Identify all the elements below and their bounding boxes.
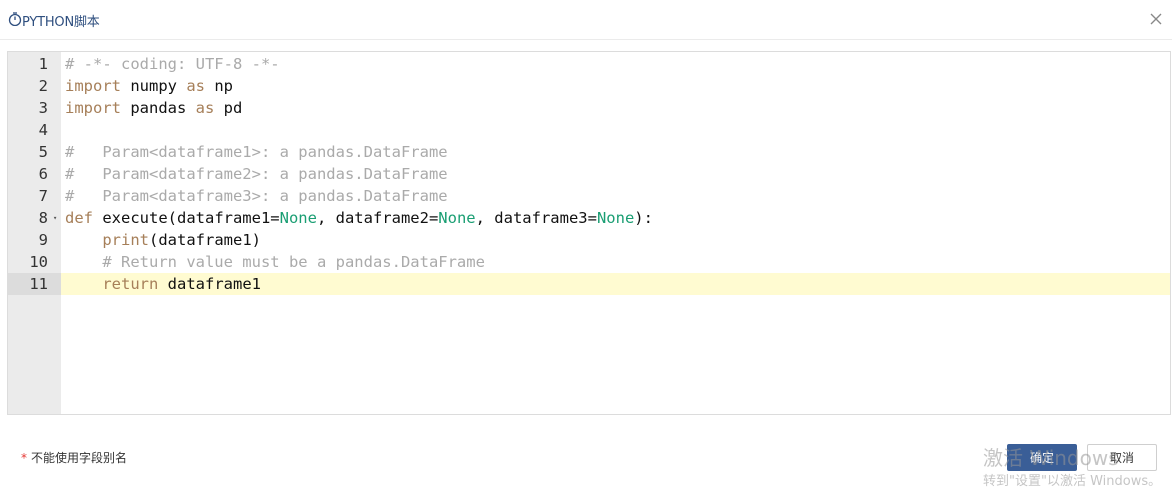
- code-line-text: # Param<dataframe3>: a pandas.DataFrame: [65, 185, 448, 207]
- code-token: pandas: [121, 99, 196, 117]
- code-token: # -*- coding: UTF-8 -*-: [65, 55, 280, 73]
- code-line-text: # Return value must be a pandas.DataFram…: [65, 251, 485, 273]
- code-line-text: import pandas as pd: [65, 97, 242, 119]
- code-token: np: [205, 77, 233, 95]
- field-alias-note: * 不能使用字段别名: [21, 449, 127, 466]
- code-line[interactable]: # Return value must be a pandas.DataFram…: [61, 251, 1170, 273]
- line-number: 6: [8, 163, 61, 185]
- code-token: # Return value must be a pandas.DataFram…: [102, 253, 485, 271]
- code-line[interactable]: import numpy as np: [61, 75, 1170, 97]
- line-number-text: 8: [38, 209, 48, 227]
- code-token: execute(dataframe1=: [93, 209, 280, 227]
- code-line-text: import numpy as np: [65, 75, 233, 97]
- confirm-button[interactable]: 确定: [1007, 444, 1077, 471]
- code-line-text: # Param<dataframe2>: a pandas.DataFrame: [65, 163, 448, 185]
- line-number-text: 7: [38, 187, 48, 205]
- code-line-text: return dataframe1: [65, 273, 261, 295]
- code-token: as: [186, 77, 205, 95]
- line-number-text: 9: [38, 231, 48, 249]
- code-line[interactable]: # Param<dataframe3>: a pandas.DataFrame: [61, 185, 1170, 207]
- cancel-button[interactable]: 取消: [1087, 444, 1157, 471]
- activation-watermark-hint: 转到"设置"以激活 Windows。: [983, 474, 1162, 489]
- code-token: , dataframe2=: [316, 209, 439, 227]
- code-token: # Param<dataframe3>: a pandas.DataFrame: [65, 187, 448, 205]
- code-line[interactable]: [61, 119, 1170, 141]
- line-number: 1: [8, 53, 61, 75]
- line-number: 9: [8, 229, 61, 251]
- code-line-text: def execute(dataframe1=None, dataframe2=…: [65, 207, 653, 229]
- code-token: pd: [214, 99, 243, 117]
- code-token: import: [65, 77, 121, 95]
- line-number-gutter: 1 2 3 4 5 6 7 8 ▾ 9 10 11: [8, 52, 61, 414]
- code-token: return: [102, 275, 159, 293]
- code-editor[interactable]: 1 2 3 4 5 6 7 8 ▾ 9 10 11 # -*- coding: UTF-8 -*- im…: [7, 51, 1171, 415]
- line-number: 5: [8, 141, 61, 163]
- code-token: as: [195, 99, 215, 117]
- code-line[interactable]: def execute(dataframe1=None, dataframe2=…: [61, 207, 1170, 229]
- line-number: 2: [8, 75, 61, 97]
- code-line[interactable]: return dataframe1: [61, 273, 1170, 295]
- close-icon[interactable]: [1148, 11, 1164, 27]
- code-token: def: [65, 209, 93, 227]
- line-number: 4: [8, 119, 61, 141]
- fold-toggle-icon[interactable]: ▾: [53, 207, 57, 229]
- code-content[interactable]: # -*- coding: UTF-8 -*- import numpy as n…: [61, 52, 1170, 414]
- code-token: import: [65, 99, 121, 117]
- code-token: (dataframe1): [149, 231, 261, 249]
- required-mark: *: [21, 451, 27, 465]
- line-number-text: 1: [38, 55, 48, 73]
- timer-icon: [8, 12, 22, 26]
- code-token: # Param<dataframe1>: a pandas.DataFrame: [65, 143, 448, 161]
- line-number-text: 11: [29, 275, 48, 293]
- code-line[interactable]: # Param<dataframe2>: a pandas.DataFrame: [61, 163, 1170, 185]
- code-token: None: [279, 209, 317, 227]
- code-line[interactable]: import pandas as pd: [61, 97, 1170, 119]
- line-number: 11: [8, 273, 61, 295]
- code-token: None: [596, 209, 635, 227]
- code-token: ):: [634, 209, 653, 227]
- line-number: 10: [8, 251, 61, 273]
- dialog-title: PYTHON脚本: [22, 15, 100, 30]
- code-line-text: print(dataframe1): [65, 229, 261, 251]
- code-token: dataframe1: [158, 275, 261, 293]
- line-number-text: 10: [29, 253, 48, 271]
- dialog-header: PYTHON脚本: [0, 0, 1172, 40]
- code-token: , dataframe3=: [475, 209, 597, 227]
- code-line-text: # Param<dataframe1>: a pandas.DataFrame: [65, 141, 448, 163]
- code-line-text: # -*- coding: UTF-8 -*-: [65, 53, 280, 75]
- line-number-text: 3: [38, 99, 48, 117]
- code-line[interactable]: # -*- coding: UTF-8 -*-: [61, 53, 1170, 75]
- line-number-text: 2: [38, 77, 48, 95]
- line-number-text: 6: [38, 165, 48, 183]
- code-line[interactable]: # Param<dataframe1>: a pandas.DataFrame: [61, 141, 1170, 163]
- line-number-text: 5: [38, 143, 48, 161]
- code-token: # Param<dataframe2>: a pandas.DataFrame: [65, 165, 448, 183]
- code-token: print: [102, 231, 149, 249]
- code-token: None: [438, 209, 476, 227]
- code-line[interactable]: print(dataframe1): [61, 229, 1170, 251]
- line-number: 7: [8, 185, 61, 207]
- line-number: 8 ▾: [8, 207, 61, 229]
- code-token: numpy: [121, 77, 187, 95]
- note-text: 不能使用字段别名: [31, 451, 128, 465]
- line-number: 3: [8, 97, 61, 119]
- line-number-text: 4: [38, 121, 48, 139]
